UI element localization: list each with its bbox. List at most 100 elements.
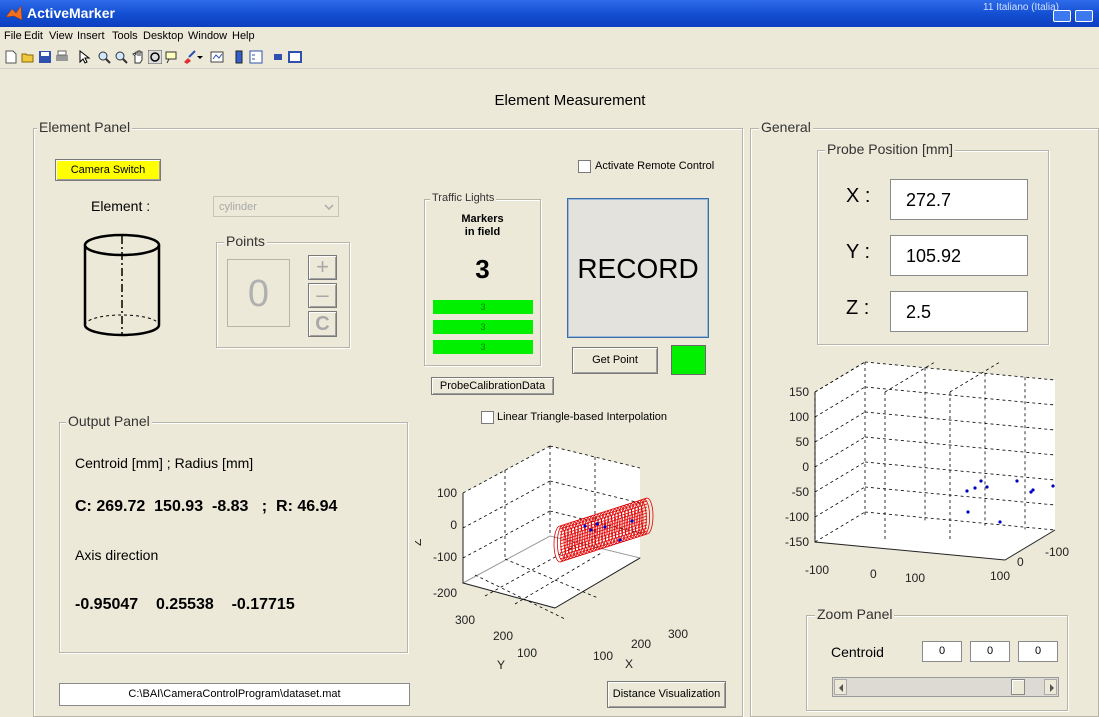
axis-direction-result: -0.95047 0.25538 -0.17715 bbox=[75, 596, 295, 613]
dataset-path-field[interactable]: C:\BAI\CameraControlProgram\dataset.mat bbox=[59, 683, 410, 706]
element-dropdown[interactable]: cylinder bbox=[213, 196, 339, 217]
probe-calibration-button[interactable]: ProbeCalibrationData bbox=[431, 377, 554, 395]
general-panel-title: General bbox=[759, 119, 813, 135]
arrow-left-icon bbox=[839, 684, 843, 692]
x-tick-label: 300 bbox=[668, 627, 688, 641]
probe-x-field[interactable]: 272.7 bbox=[890, 179, 1028, 220]
measured-point bbox=[630, 519, 634, 523]
matlab-figure-window: ActiveMarker 11 Italiano (Italia) File E… bbox=[0, 0, 1099, 717]
axis-direction-label: Axis direction bbox=[75, 547, 159, 563]
record-button[interactable]: RECORD bbox=[567, 198, 709, 338]
menu-tools[interactable]: Tools bbox=[112, 30, 138, 42]
menu-edit[interactable]: Edit bbox=[24, 30, 43, 42]
remote-control-checkbox[interactable] bbox=[578, 160, 591, 173]
remove-point-button[interactable]: – bbox=[308, 283, 337, 308]
print-icon[interactable] bbox=[55, 50, 69, 64]
measured-point bbox=[973, 486, 977, 490]
get-point-button[interactable]: Get Point bbox=[572, 347, 658, 374]
x-axis-label: X bbox=[625, 657, 633, 671]
menu-help[interactable]: Help bbox=[232, 30, 255, 42]
brush-icon[interactable] bbox=[182, 50, 196, 64]
points-3d-plot[interactable]: 150 100 50 0 -50 -100 -150 -100 0 100 100 0 -100 bbox=[755, 350, 1099, 590]
language-indicator: 11 Italiano (Italia) bbox=[983, 2, 1059, 13]
y-tick-label: 300 bbox=[455, 613, 475, 627]
zoom-centroid-z-field[interactable]: 0 bbox=[1018, 641, 1058, 662]
link-plot-icon[interactable] bbox=[210, 50, 224, 64]
z-tick-label: -100 bbox=[785, 510, 809, 524]
matlab-logo-icon bbox=[5, 5, 23, 21]
status-indicator bbox=[671, 345, 706, 375]
menu-file[interactable]: File bbox=[4, 30, 22, 42]
probe-y-field[interactable]: 105.92 bbox=[890, 235, 1028, 276]
slider-thumb[interactable] bbox=[1010, 679, 1025, 695]
x-label: X : bbox=[846, 185, 871, 207]
zoom-centroid-y-field[interactable]: 0 bbox=[970, 641, 1010, 662]
colorbar-icon[interactable] bbox=[232, 50, 246, 64]
measured-point bbox=[583, 524, 587, 528]
save-icon[interactable] bbox=[38, 50, 52, 64]
rotate-3d-icon[interactable] bbox=[148, 50, 162, 64]
measured-point bbox=[966, 510, 970, 514]
zoom-out-icon[interactable] bbox=[114, 50, 128, 64]
y-label: Y : bbox=[846, 241, 871, 263]
right-tick-label: 0 bbox=[1017, 555, 1024, 569]
right-tick-label: 100 bbox=[990, 569, 1010, 583]
clear-points-button[interactable]: C bbox=[308, 311, 337, 337]
page-title: Element Measurement bbox=[494, 92, 646, 109]
z-tick-label: -150 bbox=[785, 535, 809, 549]
slider-right-arrow[interactable] bbox=[1044, 679, 1057, 695]
zoom-slider[interactable] bbox=[832, 677, 1059, 697]
in-field-label: in field bbox=[464, 226, 501, 238]
open-folder-icon[interactable] bbox=[21, 50, 35, 64]
plot-background bbox=[815, 362, 1055, 560]
dropdown-arrow-icon[interactable] bbox=[196, 50, 204, 64]
menu-view[interactable]: View bbox=[49, 30, 73, 42]
element-panel-title: Element Panel bbox=[37, 119, 133, 135]
z-tick-label: -50 bbox=[792, 485, 810, 499]
show-tools-icon[interactable] bbox=[288, 50, 302, 64]
measured-point bbox=[985, 485, 989, 489]
legend-icon[interactable] bbox=[249, 50, 263, 64]
traffic-light-bar-1: 3 bbox=[433, 300, 533, 314]
centroid-result: C: 269.72 150.93 -8.83 ; R: 46.94 bbox=[75, 498, 338, 515]
z-tick-label: 0 bbox=[802, 460, 809, 474]
measured-point bbox=[595, 522, 599, 526]
menu-desktop[interactable]: Desktop bbox=[143, 30, 183, 42]
arrow-right-icon bbox=[1050, 684, 1054, 692]
menu-insert[interactable]: Insert bbox=[77, 30, 105, 42]
cylinder-3d-plot[interactable]: 100 0 -100 -200 Z 300 200 100 Y 100 200 300 X bbox=[415, 428, 715, 678]
markers-count: 3 bbox=[475, 254, 490, 284]
left-tick-label: 0 bbox=[870, 567, 877, 581]
zoom-in-icon[interactable] bbox=[97, 50, 111, 64]
x-tick-label: 100 bbox=[593, 649, 613, 663]
points-counter: 0 bbox=[227, 259, 290, 327]
pan-hand-icon[interactable] bbox=[131, 50, 145, 64]
output-panel-title: Output Panel bbox=[66, 413, 152, 429]
measured-point bbox=[998, 520, 1002, 524]
markers-label: Markers bbox=[461, 213, 504, 225]
title-bar: ActiveMarker 11 Italiano (Italia) bbox=[0, 0, 1099, 27]
distance-visualization-button[interactable]: Distance Visualization bbox=[607, 681, 726, 708]
z-tick-label: 0 bbox=[450, 518, 457, 532]
minimize-button[interactable] bbox=[1053, 10, 1071, 22]
zoom-centroid-x-field[interactable]: 0 bbox=[922, 641, 962, 662]
probe-z-field[interactable]: 2.5 bbox=[890, 291, 1028, 332]
menu-window[interactable]: Window bbox=[188, 30, 227, 42]
new-file-icon[interactable] bbox=[4, 50, 18, 64]
add-point-button[interactable]: + bbox=[308, 255, 337, 280]
z-tick-label: 150 bbox=[789, 385, 809, 399]
hide-tools-icon[interactable] bbox=[271, 50, 285, 64]
y-tick-label: 200 bbox=[493, 629, 513, 643]
z-axis-label: Z bbox=[415, 539, 424, 546]
arrow-cursor-icon[interactable] bbox=[77, 50, 91, 64]
slider-left-arrow[interactable] bbox=[834, 679, 847, 695]
traffic-lights-title: Traffic Lights bbox=[430, 192, 497, 204]
probe-position-title: Probe Position [mm] bbox=[825, 141, 956, 157]
z-tick-label: 100 bbox=[789, 410, 809, 424]
maximize-button[interactable] bbox=[1075, 10, 1093, 22]
camera-switch-button[interactable]: Camera Switch bbox=[55, 159, 161, 181]
data-cursor-icon[interactable] bbox=[165, 50, 179, 64]
chevron-down-icon bbox=[324, 204, 334, 211]
interpolation-checkbox[interactable] bbox=[481, 411, 494, 424]
centroid-label: Centroid [mm] ; Radius [mm] bbox=[75, 455, 254, 471]
